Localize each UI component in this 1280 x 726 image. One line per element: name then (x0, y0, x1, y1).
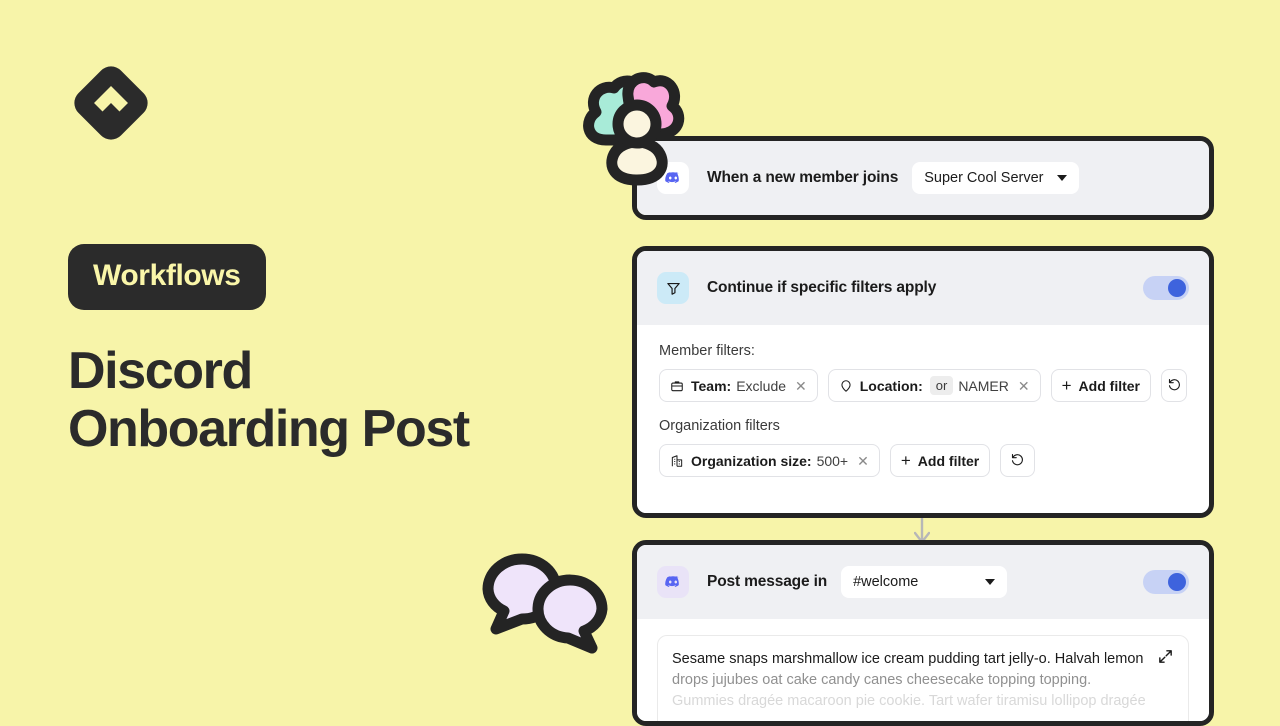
filter-chip-value: 500+ (816, 452, 849, 469)
funnel-filter-icon (657, 272, 689, 304)
plus-icon: + (900, 450, 911, 470)
member-filters-row: Team: Exclude ✕ Location: or NAMER ✕ + A… (659, 369, 1187, 402)
trigger-label: When a new member joins (707, 169, 899, 186)
add-organization-filter-button[interactable]: + Add filter (889, 444, 991, 477)
message-line-1: Sesame snaps marshmallow ice cream puddi… (672, 651, 1144, 667)
filter-chip-location[interactable]: Location: or NAMER ✕ (827, 369, 1041, 402)
post-header-row: Post message in #welcome (637, 545, 1209, 619)
workflow-filter-card: Continue if specific filters apply Membe… (632, 246, 1214, 518)
reset-undo-icon (1167, 377, 1182, 395)
server-select-value: Super Cool Server (924, 170, 1044, 186)
filter-chip-team[interactable]: Team: Exclude ✕ (659, 369, 818, 402)
building-icon (670, 454, 684, 468)
reset-undo-icon (1010, 452, 1025, 470)
expand-diagonal-icon[interactable] (1157, 648, 1174, 670)
discord-icon (657, 566, 689, 598)
trigger-header-row: When a new member joins Super Cool Serve… (637, 141, 1209, 215)
poster-canvas: Workflows Discord Onboarding Post When a… (0, 0, 1280, 726)
close-icon[interactable]: ✕ (795, 379, 807, 393)
workflow-post-card: Post message in #welcome Sesame snaps ma… (632, 540, 1214, 726)
post-step-toggle[interactable] (1143, 570, 1189, 594)
reset-member-filters-button[interactable] (1161, 369, 1187, 402)
filter-header-row: Continue if specific filters apply (637, 251, 1209, 325)
member-filters-label: Member filters: (659, 343, 755, 359)
message-line-2: drops jujubes oat cake candy canes chees… (672, 672, 1092, 689)
organization-filters-label: Organization filters (659, 418, 780, 434)
message-line-3: Gummies dragée macaroon pie cookie. Tart… (672, 693, 1146, 710)
filter-chip-organization-size[interactable]: Organization size: 500+ ✕ (659, 444, 880, 477)
message-textarea[interactable]: Sesame snaps marshmallow ice cream puddi… (657, 635, 1189, 721)
add-organization-filter-label: Add filter (917, 452, 980, 469)
left-content-column: Workflows Discord Onboarding Post (68, 60, 568, 458)
workflows-badge: Workflows (68, 244, 266, 310)
filter-chip-key: Team: (691, 377, 732, 394)
workflow-trigger-card: When a new member joins Super Cool Serve… (632, 136, 1214, 220)
chevron-down-icon (1057, 175, 1068, 181)
map-pin-icon (839, 379, 853, 393)
filter-step-toggle[interactable] (1143, 276, 1189, 300)
chevron-down-icon (985, 579, 996, 585)
channel-select[interactable]: #welcome (841, 566, 1008, 598)
filter-chip-operator: or (929, 376, 954, 395)
close-icon[interactable]: ✕ (1018, 379, 1030, 393)
organization-filters-row: Organization size: 500+ ✕ + Add filter (659, 444, 1187, 477)
close-icon[interactable]: ✕ (857, 454, 869, 468)
three-people-group-icon (574, 62, 700, 188)
filter-chip-value: Exclude (736, 377, 787, 394)
page-title: Discord Onboarding Post (68, 342, 568, 458)
toggle-switch-icon (1168, 573, 1186, 591)
post-step-label: Post message in (707, 573, 828, 590)
toggle-switch-icon (1168, 279, 1186, 297)
plus-icon: + (1061, 375, 1072, 395)
reset-organization-filters-button[interactable] (1000, 444, 1036, 477)
post-body: Sesame snaps marshmallow ice cream puddi… (637, 619, 1209, 721)
channel-select-value: #welcome (853, 574, 919, 590)
briefcase-icon (670, 379, 684, 393)
server-select[interactable]: Super Cool Server (912, 162, 1080, 194)
filter-chip-key: Location: (859, 377, 923, 394)
clearbit-diamond-logo-icon (68, 60, 154, 146)
filter-step-label: Continue if specific filters apply (707, 279, 937, 296)
add-member-filter-button[interactable]: + Add filter (1050, 369, 1151, 402)
page-title-line-2: Onboarding Post (68, 400, 470, 459)
add-member-filter-label: Add filter (1078, 377, 1140, 394)
filter-body: Member filters: Team: Exclude ✕ Location… (637, 325, 1209, 513)
filter-chip-value: NAMER (958, 377, 1009, 394)
speech-bubbles-icon (474, 543, 616, 655)
filter-chip-key: Organization size: (691, 452, 812, 469)
page-title-line-1: Discord (68, 342, 253, 400)
